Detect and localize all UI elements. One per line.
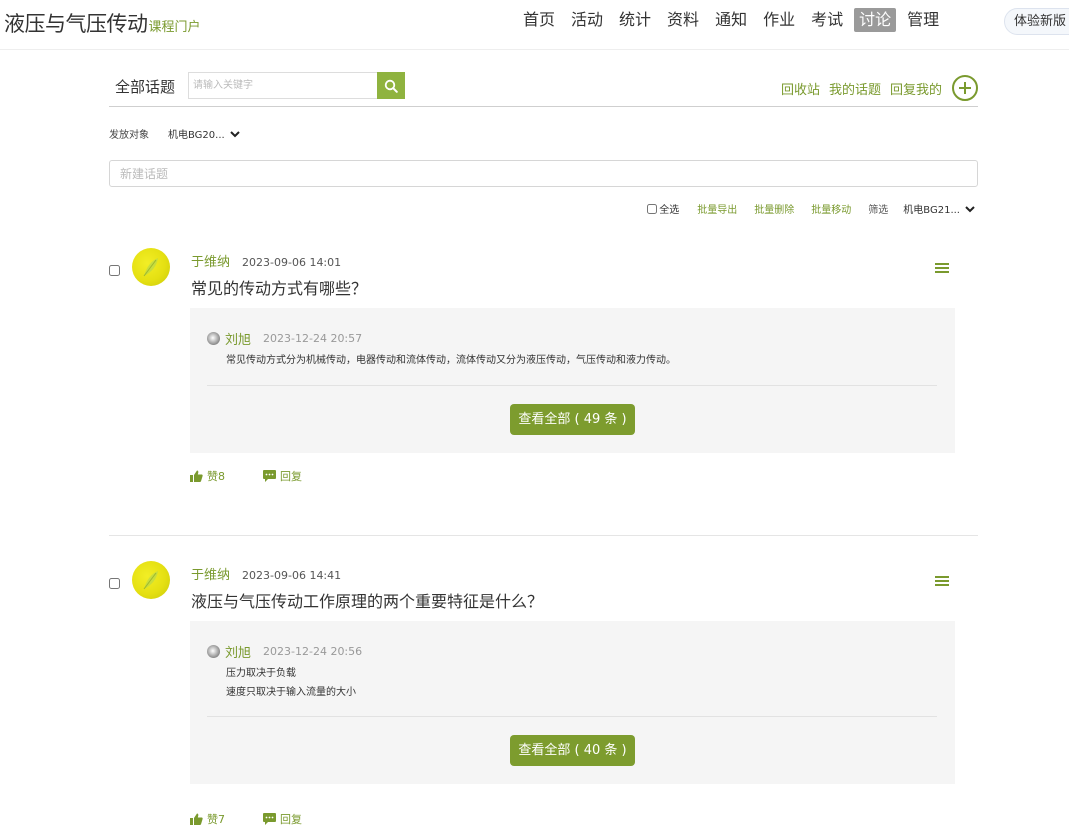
chevron-down-icon <box>965 205 975 212</box>
reply-time: 2023-12-24 20:56 <box>263 645 363 658</box>
avatar-leaf-icon <box>143 571 158 590</box>
comment-icon <box>263 470 276 482</box>
search-icon <box>384 79 398 93</box>
filter-label: 筛选 <box>868 205 889 216</box>
filter-value: 机电BG21... <box>903 205 960 216</box>
target-label: 发放对象 <box>109 130 149 141</box>
recycle-bin-link[interactable]: 回收站 <box>781 79 820 98</box>
course-title: 液压与气压传动 <box>4 12 148 36</box>
reply-author[interactable]: 刘旭 <box>225 642 251 661</box>
filter-select[interactable]: 机电BG21... <box>903 201 976 216</box>
search-button[interactable] <box>377 72 405 99</box>
reply-divider <box>207 716 937 717</box>
avatar[interactable] <box>132 561 170 599</box>
reply-label: 回复 <box>280 470 302 483</box>
reply-line: 压力取决于负载 <box>226 668 296 679</box>
course-portal-label: 课程门户 <box>148 20 201 35</box>
topic-divider <box>109 535 978 536</box>
thumbs-up-icon <box>190 813 203 825</box>
plus-icon <box>959 82 971 94</box>
nav-materials[interactable]: 资料 <box>662 8 704 32</box>
menu-icon <box>935 263 949 273</box>
replies-to-me-link[interactable]: 回复我的 <box>890 79 942 98</box>
view-all-replies-button[interactable]: 查看全部 ( 40 条 ) <box>510 735 635 766</box>
nav-statistics[interactable]: 统计 <box>614 8 656 32</box>
add-topic-button[interactable] <box>952 75 978 101</box>
batch-delete-link[interactable]: 批量删除 <box>754 201 794 216</box>
topic-title[interactable]: 常见的传动方式有哪些？ <box>191 275 367 299</box>
topic-meta: 于维纳 2023-09-06 14:41 <box>191 564 341 583</box>
comment-icon <box>263 813 276 825</box>
reply-label: 回复 <box>280 813 302 826</box>
chevron-down-icon <box>229 130 240 137</box>
nav-discussion[interactable]: 讨论 <box>854 8 897 32</box>
select-all[interactable]: 全选 <box>647 201 679 216</box>
reply-button[interactable]: 回复 <box>263 468 302 484</box>
nav-exams[interactable]: 考试 <box>806 8 848 32</box>
reply-content: 压力取决于负载 速度只取决于输入流量的大小 <box>226 664 356 702</box>
target-value: 机电BG20... <box>168 130 225 141</box>
my-topics-link[interactable]: 我的话题 <box>829 79 881 98</box>
topic-actions: 赞7 回复 <box>190 811 302 827</box>
nav-manage[interactable]: 管理 <box>902 8 944 32</box>
main-nav: 首页 活动 统计 资料 通知 作业 考试 讨论 管理 <box>518 8 950 32</box>
select-all-checkbox[interactable] <box>647 203 658 214</box>
batch-export-link[interactable]: 批量导出 <box>697 201 737 216</box>
reply-divider <box>207 385 937 386</box>
reply-avatar <box>207 332 220 345</box>
nav-notices[interactable]: 通知 <box>710 8 752 32</box>
avatar-leaf-icon <box>143 258 158 277</box>
course-brand[interactable]: 液压与气压传动 课程门户 <box>4 8 201 38</box>
view-all-replies-button[interactable]: 查看全部 ( 49 条 ) <box>510 404 635 435</box>
nav-activities[interactable]: 活动 <box>566 8 608 32</box>
search-box <box>188 72 405 99</box>
topic-author[interactable]: 于维纳 <box>191 564 230 583</box>
avatar[interactable] <box>132 248 170 286</box>
topic-time: 2023-09-06 14:01 <box>242 256 342 269</box>
like-button[interactable]: 赞7 <box>190 811 225 827</box>
reply-author[interactable]: 刘旭 <box>225 329 251 348</box>
thumbs-up-icon <box>190 470 203 482</box>
batch-toolbar: 全选 批量导出 批量删除 批量移动 筛选 机电BG21... <box>647 201 976 216</box>
reply-button[interactable]: 回复 <box>263 811 302 827</box>
reply-meta: 刘旭 2023-12-24 20:57 <box>207 329 362 348</box>
reply-avatar <box>207 645 220 658</box>
all-topics-label[interactable]: 全部话题 <box>115 76 175 97</box>
reply-preview: 刘旭 2023-12-24 20:56 压力取决于负载 速度只取决于输入流量的大… <box>190 621 955 784</box>
topic-time: 2023-09-06 14:41 <box>242 569 342 582</box>
topic-header-bar: 全部话题 回收站 我的话题 回复我的 <box>109 70 978 107</box>
target-filter: 发放对象 机电BG20... <box>109 126 241 141</box>
try-new-version-button[interactable]: 体验新版 <box>1004 8 1069 35</box>
nav-homework[interactable]: 作业 <box>758 8 800 32</box>
reply-preview: 刘旭 2023-12-24 20:57 常见传动方式分为机械传动，电器传动和流体… <box>190 308 955 453</box>
reply-time: 2023-12-24 20:57 <box>263 332 363 345</box>
batch-move-link[interactable]: 批量移动 <box>811 201 851 216</box>
topic-meta: 于维纳 2023-09-06 14:01 <box>191 251 341 270</box>
topic-checkbox[interactable] <box>109 578 120 589</box>
like-count: 赞7 <box>207 813 225 826</box>
topic-actions: 赞8 回复 <box>190 468 302 484</box>
topic-checkbox[interactable] <box>109 265 120 276</box>
reply-meta: 刘旭 2023-12-24 20:56 <box>207 642 362 661</box>
reply-line: 速度只取决于输入流量的大小 <box>226 687 356 698</box>
like-count: 赞8 <box>207 470 225 483</box>
new-topic-input[interactable] <box>109 160 978 187</box>
nav-home[interactable]: 首页 <box>518 8 560 32</box>
reply-line: 常见传动方式分为机械传动，电器传动和流体传动，流体传动又分为液压传动，气压传动和… <box>226 355 676 366</box>
topic-menu-button[interactable] <box>931 570 953 592</box>
search-input[interactable] <box>189 73 378 98</box>
topic-menu-button[interactable] <box>931 257 953 279</box>
reply-content: 常见传动方式分为机械传动，电器传动和流体传动，流体传动又分为液压传动，气压传动和… <box>226 351 676 370</box>
top-header: 液压与气压传动 课程门户 首页 活动 统计 资料 通知 作业 考试 讨论 管理 … <box>0 0 1069 50</box>
like-button[interactable]: 赞8 <box>190 468 225 484</box>
topic-title[interactable]: 液压与气压传动工作原理的两个重要特征是什么？ <box>191 588 543 612</box>
target-select[interactable]: 机电BG20... <box>168 126 241 141</box>
menu-icon <box>935 576 949 586</box>
topic-author[interactable]: 于维纳 <box>191 251 230 270</box>
topic-header-links: 回收站 我的话题 回复我的 <box>772 75 978 101</box>
select-all-label: 全选 <box>659 205 680 216</box>
